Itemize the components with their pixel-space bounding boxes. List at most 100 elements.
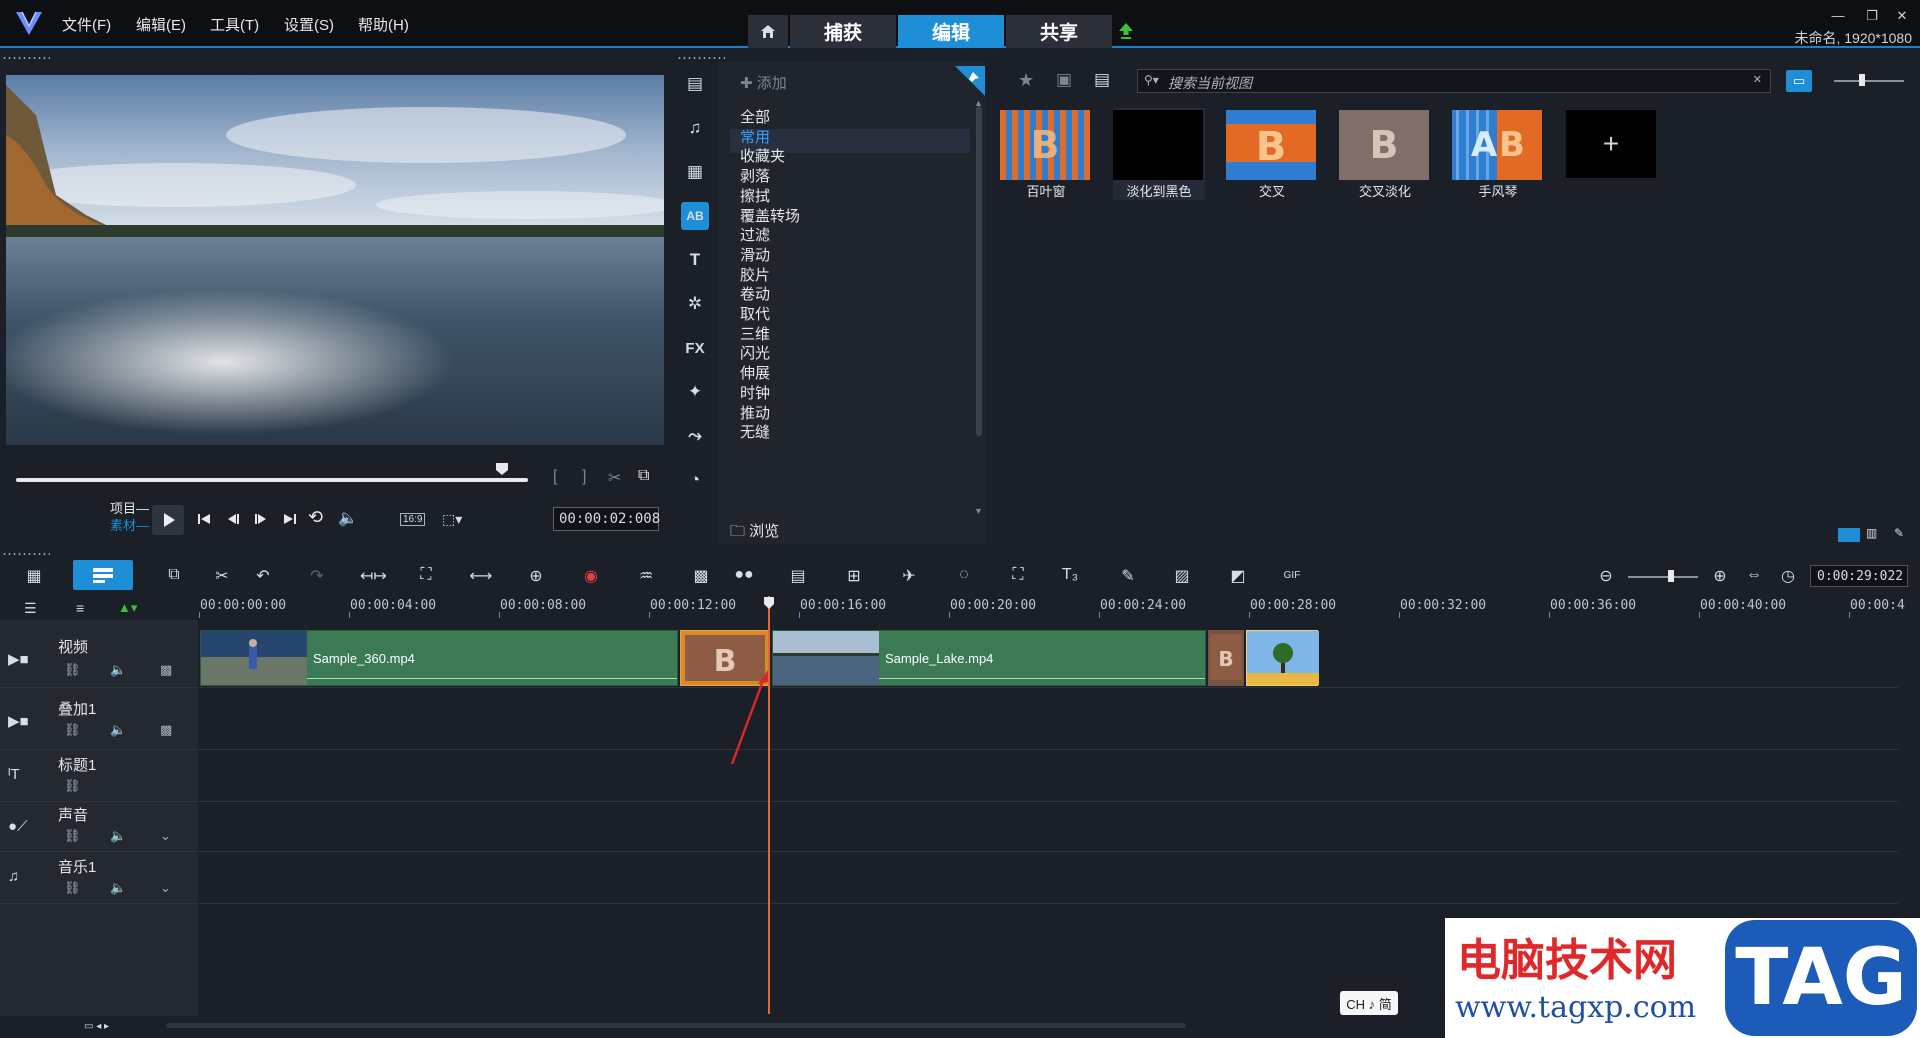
clear-search-icon[interactable]: ✕ [1753, 73, 1762, 86]
category-item[interactable]: 滑动 [740, 244, 770, 265]
search-input[interactable]: ⚲▾ 搜索当前视图 ✕ [1137, 69, 1771, 93]
screen-recorder-icon[interactable]: ◩ [1226, 566, 1250, 588]
play-button[interactable] [152, 505, 184, 535]
transition-clip[interactable]: B [1208, 630, 1244, 686]
preview-size-icon[interactable]: ⬚▾ [442, 511, 462, 528]
mode-clip[interactable]: 素材— [110, 517, 149, 534]
browse-button[interactable]: 🗀 浏览 [730, 520, 779, 546]
storyboard-view-icon[interactable]: ▦ [22, 566, 46, 588]
skip-end-icon[interactable] [282, 511, 298, 527]
volume-icon[interactable]: 🔈 [338, 508, 358, 528]
menu-tools[interactable]: 工具(T) [210, 14, 259, 35]
category-item[interactable]: 剥落 [740, 165, 770, 186]
panel-grip[interactable] [2, 56, 50, 60]
previous-frame-icon[interactable] [226, 511, 242, 527]
loop-icon[interactable]: ◌ [952, 566, 976, 588]
zoom-out-icon[interactable]: ⊖ [1594, 566, 1618, 588]
chapter-cue-icon[interactable]: ≡ [76, 600, 84, 616]
ime-indicator[interactable]: CH ♪ 简 [1340, 991, 1398, 1015]
fit-project-icon[interactable]: ⇔ [1742, 566, 1766, 588]
timeline-view-button[interactable] [73, 560, 133, 590]
thumbnail-accordion[interactable]: A B 手风琴 [1452, 108, 1544, 200]
mark-in-icon[interactable]: [ [553, 468, 557, 486]
color-grading-icon[interactable]: ◉ [579, 566, 603, 588]
subtitle-icon[interactable]: ▤ [786, 566, 810, 588]
scroll-down-icon[interactable]: ▼ [974, 506, 983, 516]
pan-zoom-icon[interactable]: ⊕ [524, 566, 548, 588]
ripple-icon[interactable]: ▩ [160, 722, 172, 738]
menu-edit[interactable]: 编辑(E) [136, 14, 186, 35]
filter-icon[interactable]: FX [681, 334, 709, 362]
thumbnail-blinds[interactable]: B 百叶窗 [1000, 108, 1092, 200]
list-view-icon[interactable]: ▭ [1786, 70, 1812, 92]
upload-icon[interactable] [1118, 22, 1134, 40]
link-icon[interactable]: ⛓ [64, 828, 81, 844]
clock-icon[interactable]: ◷ [1776, 566, 1800, 588]
add-thumbnail-button[interactable]: + [1566, 110, 1656, 178]
category-item[interactable]: 覆盖转场 [740, 205, 800, 226]
panel-grip[interactable] [677, 56, 725, 60]
gif-icon[interactable]: GIF [1280, 570, 1304, 592]
mute-icon[interactable]: 🔈 [110, 662, 126, 678]
category-item[interactable]: 无缝 [740, 421, 770, 442]
zoom-in-icon[interactable]: ⊕ [1708, 566, 1732, 588]
aspect-ratio-button[interactable]: 16:9 [400, 513, 426, 526]
category-scrollbar[interactable] [976, 106, 982, 436]
thumbnail-crossfade[interactable]: B 交叉淡化 [1339, 108, 1431, 200]
panel-grip[interactable] [2, 552, 50, 556]
painting-icon[interactable]: ✎ [1116, 566, 1140, 588]
expand-icon[interactable]: ⌄ [160, 880, 171, 896]
repeat-icon[interactable]: ⟲ [308, 507, 323, 528]
timeline-ruler[interactable] [198, 594, 1898, 618]
view-mode-icon[interactable] [1838, 528, 1860, 542]
skip-start-icon[interactable] [196, 511, 212, 527]
menu-settings[interactable]: 设置(S) [284, 14, 334, 35]
mode-project[interactable]: 项目— [110, 500, 149, 517]
mark-out-icon[interactable]: ] [582, 468, 586, 486]
playhead[interactable] [768, 596, 770, 1014]
tab-share[interactable]: 共享 [1006, 15, 1112, 48]
3d-title-icon[interactable]: T₃ [1058, 566, 1082, 588]
category-item[interactable]: 收藏夹 [740, 145, 785, 166]
close-icon[interactable]: ✕ [1894, 8, 1910, 23]
motion-path-icon[interactable]: ⤳ [681, 422, 709, 450]
category-item[interactable]: 常用 [740, 126, 770, 147]
add-favorite-icon[interactable]: ★ [1018, 70, 1034, 91]
category-item[interactable]: 全部 [740, 106, 770, 127]
menu-file[interactable]: 文件(F) [62, 14, 111, 35]
scroll-controls-icon[interactable]: ▭ ◂ ▸ [84, 1021, 109, 1032]
timeline-horizontal-scrollbar[interactable] [166, 1023, 1186, 1028]
category-item[interactable]: 过滤 [740, 224, 770, 245]
category-item[interactable]: 胶片 [740, 264, 770, 285]
enlarge-preview-icon[interactable]: ⧉ [638, 467, 649, 485]
category-item[interactable]: 卷动 [740, 283, 770, 304]
link-icon[interactable]: ⛓ [64, 778, 81, 794]
link-icon[interactable]: ⛓ [64, 722, 81, 738]
thumb-size-slider-handle[interactable] [1859, 74, 1865, 86]
video-clip[interactable]: Sample_Lake.mp4 [772, 630, 1206, 686]
category-item[interactable]: 闪光 [740, 342, 770, 363]
scrubber-handle-icon[interactable] [495, 462, 509, 476]
media-library-icon[interactable]: ▤ [681, 70, 709, 98]
pin-icon[interactable] [955, 66, 985, 96]
template-icon[interactable]: ▦ [681, 158, 709, 186]
crop-icon[interactable]: ⛶ [414, 566, 438, 588]
mute-icon[interactable]: 🔈 [110, 880, 126, 896]
zoom-slider[interactable] [1628, 576, 1698, 578]
category-item[interactable]: 擦拭 [740, 185, 770, 206]
menu-help[interactable]: 帮助(H) [358, 14, 409, 35]
thumb-size-slider[interactable] [1834, 80, 1904, 82]
trim-icon[interactable]: ⟷ [469, 566, 493, 588]
thumbnail-fade-to-black[interactable]: 淡化到黑色 [1113, 108, 1205, 200]
expand-icon[interactable]: ⌄ [160, 828, 171, 844]
tab-capture[interactable]: 捕获 [790, 15, 896, 48]
split-clip-icon[interactable]: ✂ [608, 468, 621, 488]
redo-icon[interactable]: ↷ [305, 566, 329, 588]
overlay-effect-icon[interactable]: ✦ [681, 378, 709, 406]
add-folder[interactable]: ✚ 添加 [740, 72, 787, 93]
minimize-icon[interactable]: — [1830, 8, 1846, 23]
edit-icon[interactable]: ✎ [1894, 526, 1904, 540]
tools-icon[interactable]: ✂ [210, 566, 234, 588]
home-tab[interactable] [748, 15, 788, 48]
speed-gauge-icon[interactable]: ◔ [681, 466, 709, 494]
